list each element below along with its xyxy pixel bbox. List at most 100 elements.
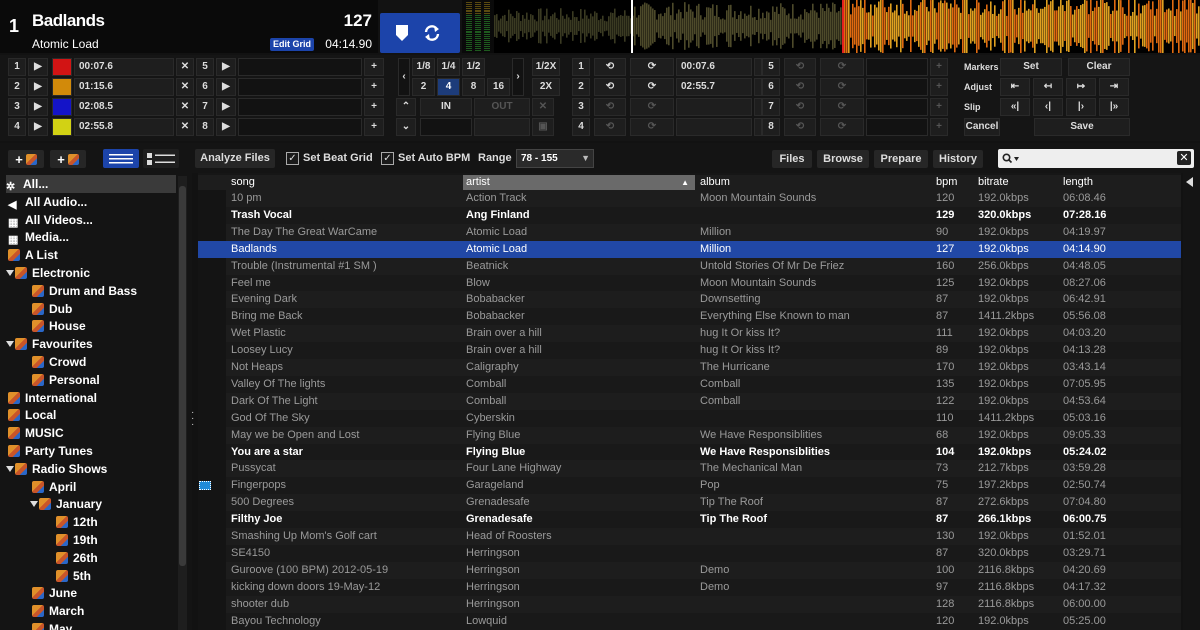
clear-search-icon[interactable]: ✕ bbox=[1177, 151, 1191, 165]
cue-icon[interactable] bbox=[394, 24, 410, 42]
add-folder-button[interactable]: + bbox=[8, 150, 44, 168]
artist-header[interactable]: artist ▲ bbox=[463, 175, 695, 190]
loop-sync-icon[interactable]: ⟳ bbox=[630, 78, 674, 96]
saved-loop-add-button[interactable]: + bbox=[930, 118, 948, 136]
loop-double-button[interactable]: 2X bbox=[532, 78, 560, 96]
loop-clear-button[interactable]: ✕ bbox=[532, 98, 554, 116]
loop-roll-icon[interactable]: ⟲ bbox=[594, 78, 626, 96]
table-row[interactable]: Fingerpops Garageland Pop 75 197.2kbps 02:50.… bbox=[198, 477, 1181, 495]
loop-roll-icon[interactable]: ⟲ bbox=[784, 58, 816, 76]
bitrate-header[interactable]: bitrate bbox=[975, 175, 1058, 190]
loop-in-button[interactable]: IN bbox=[420, 98, 472, 116]
cue-delete-button[interactable]: ✕ bbox=[176, 78, 194, 96]
cue-add-button[interactable]: + bbox=[364, 98, 384, 116]
cue-play-button[interactable]: ▶ bbox=[28, 78, 48, 96]
cue-add-button[interactable]: + bbox=[364, 78, 384, 96]
loop-sync-icon[interactable]: ⟳ bbox=[820, 118, 864, 136]
sidebar-item[interactable]: Radio Shows bbox=[6, 460, 176, 478]
analyze-files-button[interactable]: Analyze Files bbox=[195, 149, 275, 168]
markers-cancel-button[interactable]: Cancel bbox=[964, 118, 1000, 136]
table-row[interactable]: Evening Dark Bobabacker Downsetting 87 192.0… bbox=[198, 291, 1181, 309]
expand-panel-icon[interactable] bbox=[1186, 177, 1193, 187]
add-smart-crate-button[interactable]: + bbox=[50, 150, 86, 168]
cue-play-button[interactable]: ▶ bbox=[216, 118, 236, 136]
cue-play-button[interactable]: ▶ bbox=[28, 118, 48, 136]
saved-loop-slot[interactable] bbox=[866, 78, 928, 96]
table-row[interactable]: Valley Of The lights Comball Comball 135 192… bbox=[198, 375, 1181, 393]
table-row[interactable]: The Day The Great WarCame Atomic Load Mill… bbox=[198, 223, 1181, 241]
table-row[interactable]: shooter dub Herringson 128 2116.8kbps 06:00.… bbox=[198, 595, 1181, 613]
cue-slot[interactable] bbox=[238, 98, 362, 116]
adjust-arrow-icon[interactable]: ↤ bbox=[1033, 78, 1063, 96]
sidebar-item[interactable]: March bbox=[32, 602, 192, 620]
list-view-button[interactable] bbox=[103, 149, 139, 168]
expanded-triangle-icon[interactable] bbox=[6, 341, 14, 348]
loop-roll-icon[interactable]: ⟲ bbox=[784, 78, 816, 96]
album-view-button[interactable] bbox=[143, 149, 179, 168]
sidebar-item[interactable]: Electronic bbox=[6, 264, 176, 282]
table-row[interactable]: Filthy Joe Grenadesafe Tip The Roof 87 266.1… bbox=[198, 511, 1181, 529]
saved-loop-add-button[interactable]: + bbox=[930, 78, 948, 96]
cue-play-button[interactable]: ▶ bbox=[216, 58, 236, 76]
sidebar-item[interactable]: 12th bbox=[56, 513, 192, 531]
cue-play-button[interactable]: ▶ bbox=[28, 58, 48, 76]
table-row[interactable]: Guroove (100 BPM) 2012-05-19 Herringson De… bbox=[198, 561, 1181, 579]
cue-delete-button[interactable]: ✕ bbox=[176, 58, 194, 76]
cue-color-swatch[interactable] bbox=[52, 118, 72, 136]
saved-loop-delete[interactable] bbox=[754, 98, 762, 116]
sidebar-item[interactable]: ✲ All... bbox=[6, 175, 176, 193]
cue-color-swatch[interactable] bbox=[52, 98, 72, 116]
down-chevron-icon[interactable]: ⌄ bbox=[396, 118, 416, 136]
sidebar-item[interactable]: Favourites bbox=[6, 335, 176, 353]
table-row[interactable]: God Of The Sky Cyberskin 110 1411.2kbps 05:0… bbox=[198, 409, 1181, 427]
cue-slot[interactable] bbox=[238, 78, 362, 96]
sidebar-item[interactable]: 26th bbox=[56, 549, 192, 567]
sidebar-item[interactable]: House bbox=[32, 317, 192, 335]
sidebar-item[interactable]: Dub bbox=[32, 300, 192, 318]
slip-arrow-icon[interactable]: |› bbox=[1066, 98, 1096, 116]
loop-size-button[interactable]: 2 bbox=[412, 78, 435, 96]
browse-tab[interactable]: Browse bbox=[817, 150, 869, 168]
album-header[interactable]: album bbox=[697, 175, 931, 190]
expanded-triangle-icon[interactable] bbox=[6, 465, 14, 472]
slip-arrow-icon[interactable]: «| bbox=[1000, 98, 1030, 116]
loop-roll-icon[interactable]: ⟲ bbox=[784, 98, 816, 116]
slip-arrow-icon[interactable]: |» bbox=[1099, 98, 1129, 116]
table-row[interactable]: Bring me Back Bobabacker Everything Else K… bbox=[198, 308, 1181, 326]
expanded-triangle-icon[interactable] bbox=[30, 501, 38, 508]
loop-sync-icon[interactable]: ⟳ bbox=[820, 98, 864, 116]
table-row[interactable]: Bayou Technology Lowquid 120 192.0kbps 05:25… bbox=[198, 612, 1181, 630]
markers-set-button[interactable]: Set bbox=[1000, 58, 1062, 76]
saved-loop-add-button[interactable]: + bbox=[930, 98, 948, 116]
loop-size-button[interactable]: 8 bbox=[462, 78, 485, 96]
table-row[interactable]: You are a star Flying Blue We Have Respons… bbox=[198, 443, 1181, 461]
search-input[interactable]: ✕ bbox=[998, 149, 1194, 168]
edit-grid-button[interactable]: Edit Grid bbox=[270, 38, 314, 51]
table-row[interactable]: Feel me Blow Moon Mountain Sounds 125 192.0k… bbox=[198, 274, 1181, 292]
saved-loop-slot[interactable] bbox=[866, 118, 928, 136]
cue-play-button[interactable]: ▶ bbox=[216, 98, 236, 116]
markers-save-button[interactable]: Save bbox=[1034, 118, 1130, 136]
sidebar-item[interactable]: June bbox=[32, 584, 192, 602]
range-select[interactable]: 78 - 155 ▼ bbox=[516, 149, 594, 168]
length-header[interactable]: length bbox=[1060, 175, 1180, 190]
loop-next-button[interactable]: › bbox=[512, 58, 524, 96]
loop-sync-icon[interactable]: ⟳ bbox=[820, 58, 864, 76]
sidebar-item[interactable]: January bbox=[30, 495, 192, 513]
sidebar-item[interactable]: ▦ Media... bbox=[8, 228, 178, 246]
table-row[interactable]: Trouble (Instrumental #1 SM ) Beatnick Unt… bbox=[198, 257, 1181, 275]
cue-add-button[interactable]: + bbox=[364, 58, 384, 76]
loop-size-button[interactable]: 16 bbox=[487, 78, 510, 96]
sidebar-item[interactable]: May bbox=[32, 620, 192, 630]
table-row[interactable]: SE4150 Herringson 87 320.0kbps 03:29.71 bbox=[198, 544, 1181, 562]
cue-color-swatch[interactable] bbox=[52, 78, 72, 96]
splitter-handle[interactable]: · · · bbox=[191, 408, 195, 432]
cue-play-button[interactable]: ▶ bbox=[28, 98, 48, 116]
history-tab[interactable]: History bbox=[933, 150, 983, 168]
loop-size-button[interactable]: 1/2 bbox=[462, 58, 485, 76]
table-row[interactable]: Trash Vocal Ang Finland 129 320.0kbps 07:28.… bbox=[198, 206, 1181, 224]
sidebar-item[interactable]: Personal bbox=[32, 371, 192, 389]
loop-sync-icon[interactable]: ⟳ bbox=[630, 98, 674, 116]
table-row[interactable]: May we be Open and Lost Flying Blue We Hav… bbox=[198, 426, 1181, 444]
sidebar-item[interactable]: April bbox=[32, 478, 192, 496]
